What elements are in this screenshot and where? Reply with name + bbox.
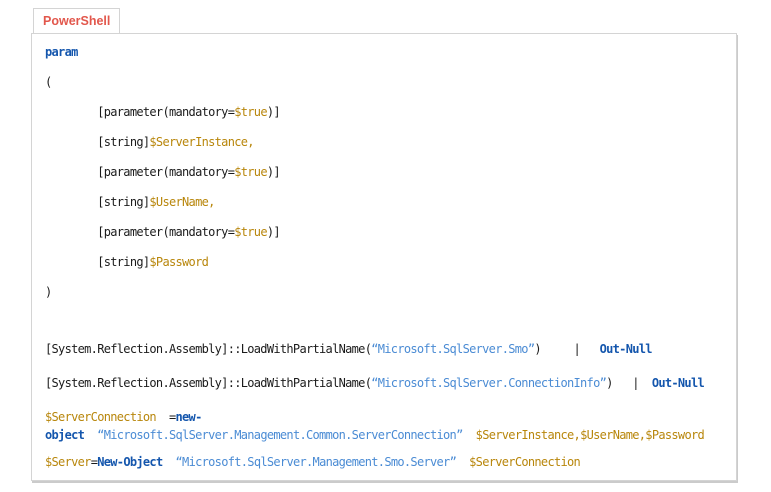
code-token-string: “Microsoft.SqlServer.ConnectionInfo” <box>371 376 606 390</box>
tab-powershell[interactable]: PowerShell <box>33 8 120 33</box>
code-line: [parameter(mandatory=$true)] <box>45 165 724 179</box>
code-token-plain: [System.Reflection.Assembly]::LoadWithPa… <box>45 376 371 390</box>
code-token-variable: $ServerConnection <box>45 410 156 424</box>
code-line: object “Microsoft.SqlServer.Management.C… <box>45 428 724 442</box>
code-token-keyword: Out-Null <box>600 342 652 356</box>
code-token-string: “Microsoft.SqlServer.Management.Smo.Serv… <box>176 455 457 469</box>
code-token-plain: ) <box>45 285 52 299</box>
code-token-plain: )] <box>267 165 280 179</box>
tab-label: PowerShell <box>43 14 110 28</box>
code-line: [string]$UserName, <box>45 195 724 209</box>
code-token-plain <box>456 455 469 469</box>
code-token-variable: $ServerInstance, <box>149 135 253 149</box>
code-token-variable: $true <box>234 225 267 239</box>
code-token-plain: ( <box>45 75 52 89</box>
code-token-plain: [parameter(mandatory= <box>45 225 234 239</box>
code-token-plain: [string] <box>45 255 149 269</box>
language-tabbar: PowerShell <box>31 8 737 33</box>
code-token-variable: $Password <box>149 255 208 269</box>
code-token-plain <box>162 455 175 469</box>
code-token-variable: $Server <box>45 455 91 469</box>
code-line: ( <box>45 75 724 89</box>
code-line: [parameter(mandatory=$true)] <box>45 105 724 119</box>
code-token-plain: [System.Reflection.Assembly]::LoadWithPa… <box>45 342 371 356</box>
code-token-string: “Microsoft.SqlServer.Management.Common.S… <box>97 428 462 442</box>
code-token-keyword: param <box>45 45 78 59</box>
code-token-keyword: New-Object <box>97 455 162 469</box>
code-line: [string]$Password <box>45 255 724 269</box>
code-token-variable: $ServerInstance,$UserName,$Password <box>476 428 704 442</box>
code-line: param <box>45 45 724 59</box>
code-token-variable: $true <box>234 105 267 119</box>
code-token-plain: [string] <box>45 195 149 209</box>
code-token-keyword: object <box>45 428 84 442</box>
code-line: ) <box>45 285 724 299</box>
code-token-plain: [parameter(mandatory= <box>45 105 234 119</box>
code-token-variable: $ServerConnection <box>469 455 580 469</box>
code-token-keyword: Out-Null <box>652 376 704 390</box>
code-token-variable: $true <box>234 165 267 179</box>
code-token-plain: )] <box>267 225 280 239</box>
code-sample-widget: PowerShell param( [parameter(mandatory=$… <box>31 8 737 481</box>
code-line: $ServerConnection =new- <box>45 410 724 424</box>
code-line: $Server=New-Object “Microsoft.SqlServer.… <box>45 455 724 469</box>
code-token-plain: ) | <box>606 376 652 390</box>
code-token-plain: = <box>156 410 176 424</box>
code-line: [parameter(mandatory=$true)] <box>45 225 724 239</box>
code-token-variable: $UserName, <box>149 195 214 209</box>
code-token-plain: [parameter(mandatory= <box>45 165 234 179</box>
code-token-plain: )] <box>267 105 280 119</box>
code-token-plain: [string] <box>45 135 149 149</box>
code-block: param( [parameter(mandatory=$true)] [str… <box>31 33 737 481</box>
code-token-string: “Microsoft.SqlServer.Smo” <box>371 342 534 356</box>
code-line: [string]$ServerInstance, <box>45 135 724 149</box>
code-token-plain: ) | <box>534 342 599 356</box>
code-token-plain <box>463 428 476 442</box>
code-line: [System.Reflection.Assembly]::LoadWithPa… <box>45 342 724 356</box>
code-token-keyword: new- <box>176 410 202 424</box>
code-token-plain <box>84 428 97 442</box>
code-line: [System.Reflection.Assembly]::LoadWithPa… <box>45 376 724 390</box>
